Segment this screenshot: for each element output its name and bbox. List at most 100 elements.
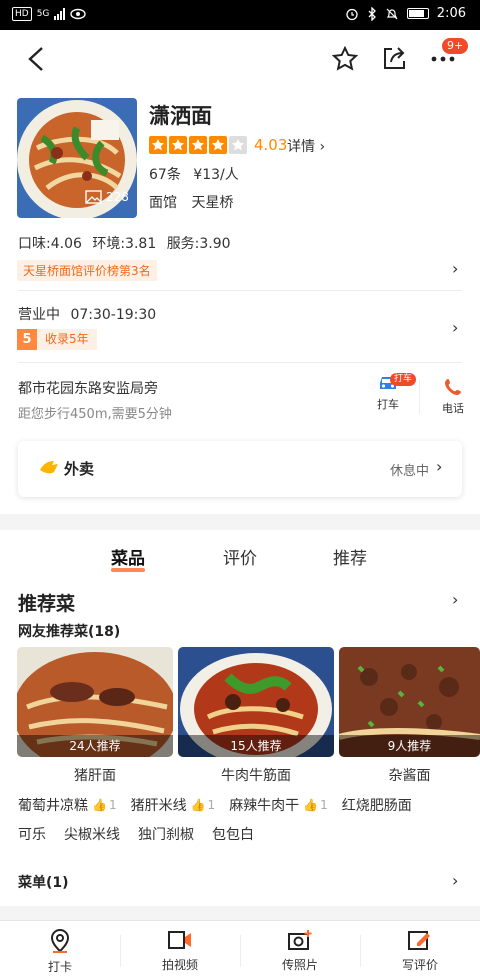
record-video-button[interactable]: 拍视频	[120, 929, 240, 973]
location-pin-icon	[50, 929, 70, 953]
dish-card[interactable]: 9人推荐	[339, 647, 480, 757]
dish-name: 猪肝面	[74, 768, 116, 784]
chevron-right-icon: ›	[436, 457, 443, 476]
dish-chip[interactable]: 麻辣牛肉干 👍 1	[229, 795, 328, 815]
collected-years-label: 收录5年	[37, 329, 97, 350]
dish-chip[interactable]: 可乐	[18, 824, 46, 844]
call-button[interactable]: 电话	[433, 378, 473, 416]
takeout-label: 外卖	[64, 460, 95, 478]
business-time: 07:30-19:30	[70, 307, 157, 323]
shop-address[interactable]: 都市花园东路安监局旁	[18, 378, 158, 398]
bottom-action-bar: 打卡 拍视频 传照片 写评价	[0, 920, 480, 980]
dish-name: 杂酱面	[388, 768, 431, 784]
edit-review-icon	[408, 931, 430, 950]
checkin-button[interactable]: 打卡	[0, 929, 120, 975]
menu-row[interactable]: 菜单(1)	[18, 872, 69, 892]
photo-count-text: 228	[106, 190, 129, 204]
upload-photo-label: 传照片	[281, 958, 318, 972]
back-icon[interactable]	[26, 46, 46, 72]
business-hours[interactable]: 营业中 07:30-19:30	[18, 304, 156, 324]
sub-ratings: 口味:4.06 环境:3.81 服务:3.90	[18, 233, 231, 253]
chevron-right-icon[interactable]: ›	[452, 318, 458, 337]
shop-photo[interactable]: 228	[17, 98, 137, 218]
notification-badge: 9+	[442, 38, 469, 54]
dish-card[interactable]: 15人推荐	[178, 647, 334, 757]
dish-chip-name: 红烧肥肠面	[341, 798, 412, 814]
shop-meta-category: 面馆 天星桥	[149, 192, 233, 212]
avg-price: ¥13/人	[193, 167, 239, 183]
dish-chip[interactable]: 尖椒米线	[64, 824, 120, 844]
divider	[419, 380, 420, 414]
review-count: 67条	[149, 167, 181, 183]
share-icon[interactable]	[382, 45, 408, 71]
content-tabs: 菜品 评价 推荐	[0, 530, 480, 580]
record-video-label: 拍视频	[161, 958, 198, 972]
chevron-right-icon[interactable]: ›	[452, 590, 458, 609]
dish-recommend-count: 9人推荐	[339, 735, 480, 757]
dish-chip[interactable]: 红烧肥肠面	[342, 795, 412, 815]
clock: 2:06	[436, 6, 466, 21]
video-camera-icon	[168, 931, 191, 949]
write-review-label: 写评价	[401, 958, 438, 972]
taste-score: 口味:4.06	[18, 236, 82, 252]
tab-reviews[interactable]: 评价	[223, 544, 257, 569]
upload-photo-button[interactable]: 传照片	[240, 929, 360, 973]
dish-chips: 葡萄井凉糕 👍 1 猪肝米线 👍 1 麻辣牛肉干 👍 1 红烧肥肠面 可乐 尖椒…	[18, 795, 426, 844]
star-empty-icon	[229, 136, 247, 154]
thumbs-up-icon: 👍	[303, 798, 319, 812]
star-icon	[169, 136, 187, 154]
more-icon[interactable]	[431, 56, 455, 62]
network-indicator: HD	[12, 7, 32, 21]
like-count: 1	[207, 798, 216, 812]
rating-stars	[149, 136, 247, 154]
photo-count: 228	[85, 190, 129, 204]
star-icon	[209, 136, 227, 154]
dish-chip[interactable]: 包包白	[212, 824, 254, 844]
network-type: 5G	[36, 9, 50, 19]
eye-icon	[70, 8, 87, 20]
thumbs-up-icon: 👍	[190, 798, 206, 812]
nav-bar: 9+	[0, 30, 480, 88]
dish-chip-name: 葡萄井凉糕	[18, 798, 88, 814]
like-count: 1	[320, 798, 328, 812]
status-left: HD 5G	[12, 7, 87, 21]
status-right: 2:06	[345, 6, 466, 21]
takeout-status: 休息中	[390, 464, 430, 479]
signal-icon	[54, 8, 66, 20]
detail-link[interactable]: 详情 ›	[287, 136, 325, 156]
dish-name: 牛肉牛筋面	[221, 768, 291, 784]
dish-chip-name: 麻辣牛肉干	[229, 798, 300, 814]
dish-chip[interactable]: 葡萄井凉糕 👍 1	[18, 795, 117, 815]
call-label: 电话	[442, 402, 464, 415]
takeout-card[interactable]: 外卖 休息中 ›	[18, 441, 462, 497]
shop-meta-reviews: 67条 ¥13/人	[149, 164, 239, 184]
chevron-right-icon[interactable]: ›	[452, 871, 458, 890]
divider	[18, 290, 462, 291]
star-icon	[149, 136, 167, 154]
tab-dishes[interactable]: 菜品	[111, 544, 145, 572]
star-icon	[189, 136, 207, 154]
dish-chip[interactable]: 独门刹椒	[138, 824, 194, 844]
dish-card[interactable]: 24人推荐	[17, 647, 173, 757]
detail-label: 详情	[287, 139, 315, 155]
favorite-star-icon[interactable]	[332, 46, 358, 72]
recommended-dishes-title: 推荐菜	[18, 593, 76, 615]
like-count: 1	[108, 798, 117, 812]
environment-score: 环境:3.81	[92, 236, 157, 252]
tab-recommend[interactable]: 推荐	[333, 544, 367, 569]
chevron-right-icon[interactable]: ›	[452, 259, 458, 278]
write-review-button[interactable]: 写评价	[360, 929, 480, 973]
mute-icon	[386, 8, 398, 19]
phone-icon	[445, 379, 461, 395]
taxi-badge: 打车	[390, 373, 417, 386]
walking-distance: 距您步行450m,需要5分钟	[18, 407, 172, 422]
section-separator	[0, 514, 480, 530]
business-status: 营业中	[18, 307, 60, 323]
rating-score: 4.03	[254, 136, 288, 154]
dish-recommend-count: 24人推荐	[17, 735, 173, 757]
dish-chip-name: 猪肝米线	[130, 798, 187, 814]
dish-chip[interactable]: 猪肝米线 👍 1	[131, 795, 216, 815]
shop-category: 面馆	[149, 195, 177, 211]
rank-badge[interactable]: 天星桥面馆评价榜第3名	[17, 260, 157, 281]
collected-years-badge: 5 收录5年	[17, 329, 97, 350]
